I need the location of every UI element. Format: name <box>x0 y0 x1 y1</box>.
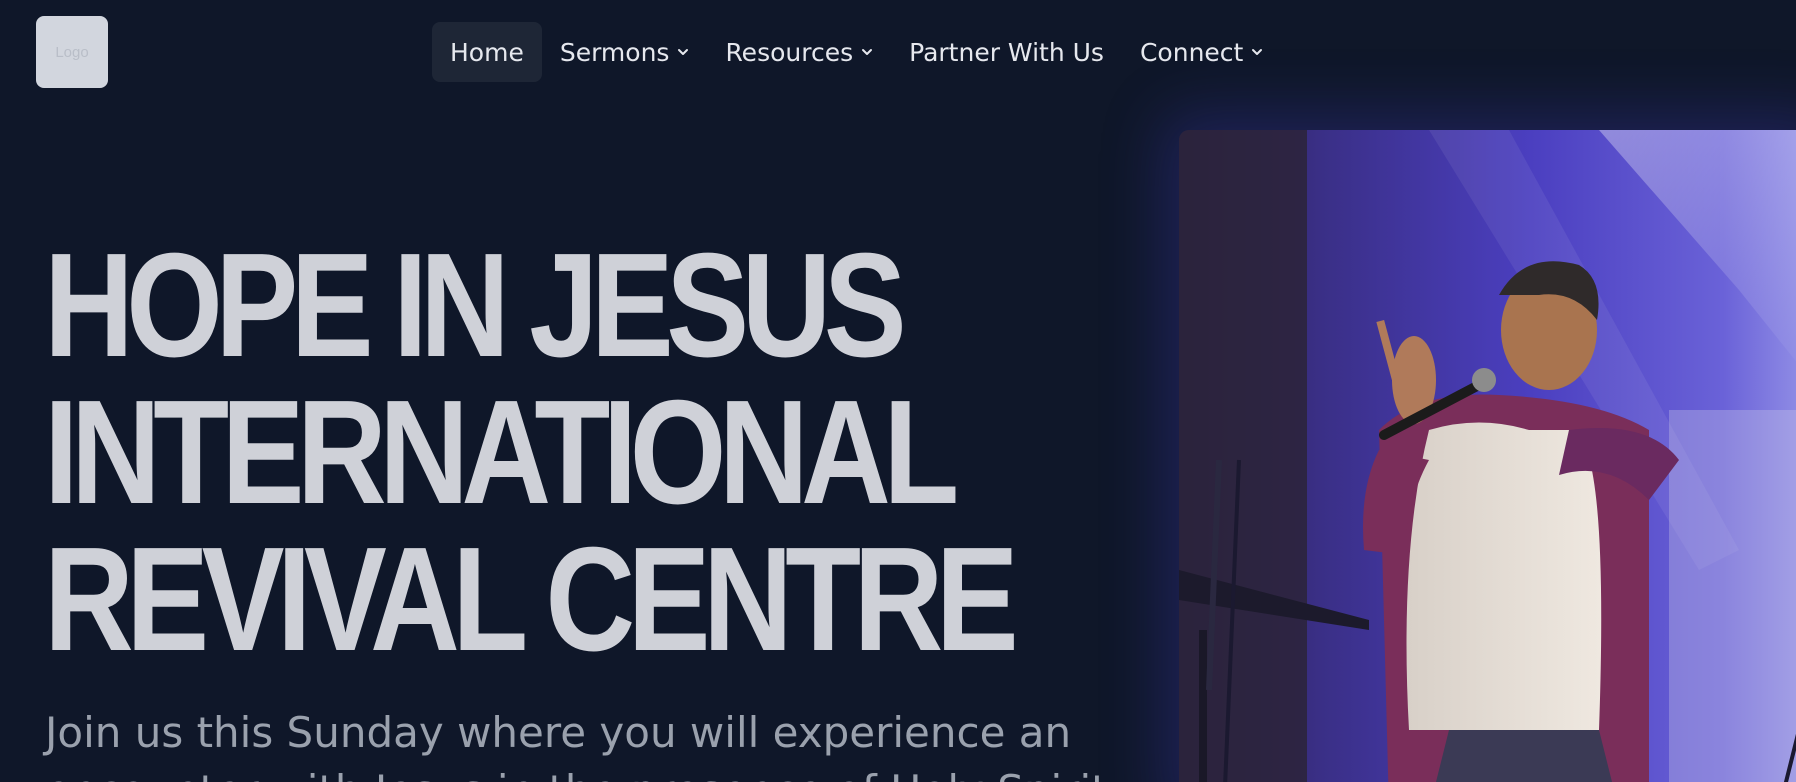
hero-title-line-3: REVIVAL CENTRE <box>44 517 1019 682</box>
site-logo[interactable]: Logo <box>36 16 108 88</box>
nav-resources[interactable]: Resources <box>707 22 891 82</box>
logo-text: Logo <box>55 43 89 61</box>
nav-sermons-label: Sermons <box>559 37 670 67</box>
nav-sermons[interactable]: Sermons <box>542 22 708 82</box>
nav-connect[interactable]: Connect <box>1122 22 1281 82</box>
nav-partner-label: Partner With Us <box>909 37 1104 67</box>
hero-title: HOPE IN JESUS INTERNATIONAL REVIVAL CENT… <box>44 223 1019 682</box>
nav-connect-label: Connect <box>1139 37 1244 67</box>
chevron-down-icon <box>861 46 873 58</box>
hero-title-line-1: HOPE IN JESUS <box>44 223 907 388</box>
chevron-down-icon <box>1251 46 1263 58</box>
nav-resources-label: Resources <box>725 37 854 67</box>
hero-photo-preacher <box>1179 130 1796 782</box>
hero-subtitle: Join us this Sunday where you will exper… <box>45 708 1108 782</box>
hero-title-line-2: INTERNATIONAL <box>44 370 959 535</box>
nav-home[interactable]: Home <box>432 22 542 82</box>
nav-home-label: Home <box>450 37 524 67</box>
main-nav: Home Sermons Resources Partner With Us C… <box>432 22 1281 82</box>
page: Logo Home Sermons Resources Partner With… <box>0 0 1796 782</box>
chevron-down-icon <box>677 46 689 58</box>
nav-partner-with-us[interactable]: Partner With Us <box>891 22 1122 82</box>
